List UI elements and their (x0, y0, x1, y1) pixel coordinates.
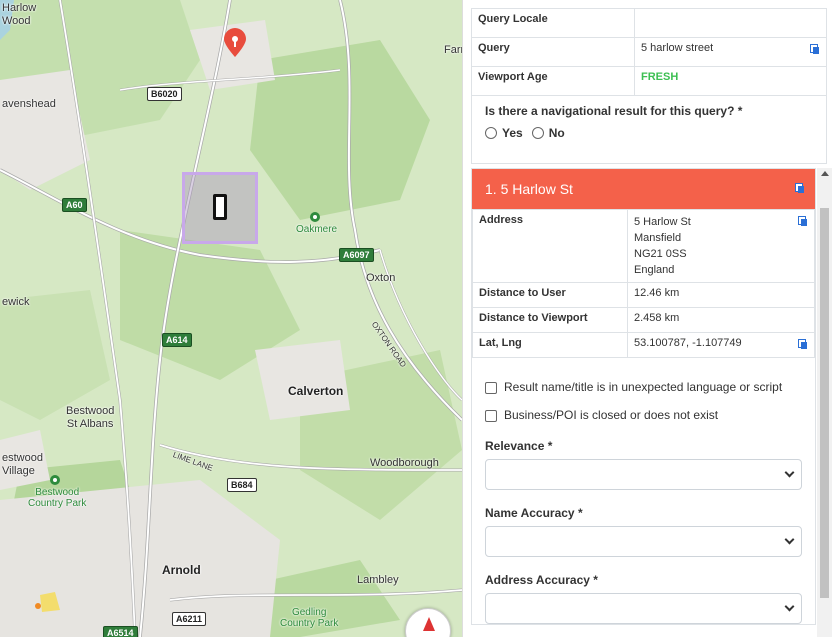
place-arnold: Arnold (162, 563, 201, 577)
name-accuracy-label: Name Accuracy * (485, 506, 583, 520)
meta-row-viewport-age: Viewport Age FRESH (471, 66, 827, 96)
place-oxton: Oxton (366, 272, 396, 284)
road-shield-a60: A60 (62, 198, 87, 212)
radio-no-label[interactable]: No (549, 126, 565, 140)
query-cell: 5 harlow street (634, 37, 827, 67)
scroll-up-icon[interactable] (821, 171, 829, 176)
distance-user-label: Distance to User (472, 282, 628, 308)
road-shield-b6020: B6020 (147, 87, 182, 101)
place-gedling-country-park: Gedling Country Park (280, 607, 339, 629)
place-bestwood-village: estwood Village (2, 452, 43, 477)
road-shield-b684: B684 (227, 478, 257, 492)
radio-yes[interactable] (485, 127, 497, 139)
place-bestwood-st-albans: Bestwood St Albans (66, 405, 115, 430)
result-scroll-area[interactable]: 1. 5 Harlow St Address 5 Harlow St Mansf… (471, 168, 816, 637)
result-title: 1. 5 Harlow St (485, 181, 573, 197)
address-lines: 5 Harlow St Mansfield NG21 0SS England (634, 214, 808, 278)
copy-icon[interactable] (810, 44, 820, 55)
query-label: Query (471, 37, 635, 67)
meta-row-query-locale: Query Locale (471, 8, 827, 38)
viewport-age-value: FRESH (634, 66, 827, 96)
distance-user-value: 12.46 km (627, 282, 815, 308)
result-card: 1. 5 Harlow St Address 5 Harlow St Mansf… (471, 168, 816, 625)
latlng-value: 53.100787, -1.107749 (634, 337, 742, 349)
place-harlow-wood: Harlow Wood (2, 2, 37, 27)
navigational-question: Is there a navigational result for this … (471, 95, 827, 164)
check-closed[interactable]: Business/POI is closed or does not exist (485, 408, 802, 422)
latlng-label: Lat, Lng (472, 332, 628, 358)
place-farnsfield: Farr (444, 44, 462, 56)
copy-icon[interactable] (798, 216, 808, 227)
place-oakmere: Oakmere (296, 224, 338, 235)
place-woodborough: Woodborough (370, 457, 439, 469)
navigational-question-label: Is there a navigational result for this … (485, 104, 743, 118)
address-line: Mansfield (634, 232, 682, 244)
checkbox-unexpected-language[interactable] (485, 382, 497, 394)
meta-row-query: Query 5 harlow street (471, 37, 827, 67)
result-row-distance-viewport: Distance to Viewport 2.458 km (472, 307, 815, 333)
map-base-layer (0, 0, 462, 637)
place-newick: ewick (2, 296, 30, 308)
name-accuracy-select[interactable] (485, 526, 802, 557)
check-unexpected-language-label[interactable]: Result name/title is in unexpected langu… (504, 380, 782, 394)
chevron-down-icon (784, 467, 795, 478)
relevance-select[interactable] (485, 459, 802, 490)
query-value: 5 harlow street (641, 42, 714, 54)
query-locale-label: Query Locale (471, 8, 635, 38)
device-icon (213, 194, 227, 220)
address-accuracy-label: Address Accuracy * (485, 573, 598, 587)
result-details-table: Address 5 Harlow St Mansfield NG21 0SS E… (472, 209, 815, 358)
road-shield-a614: A614 (162, 333, 192, 347)
viewport-age-label: Viewport Age (471, 66, 635, 96)
relevance-label: Relevance * (485, 439, 553, 453)
address-line: 5 Harlow St (634, 216, 691, 228)
copy-icon[interactable] (798, 339, 808, 350)
road-shield-a6211: A6211 (172, 612, 207, 626)
navigational-radio-group: Yes No (485, 126, 813, 140)
latlng-cell: 53.100787, -1.107749 (627, 332, 815, 358)
check-unexpected-language[interactable]: Result name/title is in unexpected langu… (485, 380, 802, 394)
distance-viewport-label: Distance to Viewport (472, 307, 628, 333)
address-line: NG21 0SS (634, 248, 687, 260)
map-view[interactable]: Harlow Wood Farr avenshead Oakmere Oxton… (0, 0, 462, 637)
scrollbar[interactable] (817, 168, 832, 637)
query-meta-table: Query Locale Query 5 harlow street Viewp… (471, 8, 827, 96)
query-locale-value (634, 8, 827, 38)
place-ravenshead: avenshead (2, 98, 56, 110)
check-closed-label[interactable]: Business/POI is closed or does not exist (504, 408, 718, 422)
place-lambley: Lambley (357, 574, 399, 586)
result-row-address: Address 5 Harlow St Mansfield NG21 0SS E… (472, 209, 815, 283)
place-bestwood-country-park: Bestwood Country Park (28, 487, 87, 509)
road-shield-a6514: A6514 (103, 626, 138, 637)
checkbox-closed[interactable] (485, 410, 497, 422)
result-row-distance-user: Distance to User 12.46 km (472, 282, 815, 308)
radio-no[interactable] (531, 127, 544, 139)
chevron-down-icon (784, 601, 795, 612)
chevron-down-icon (784, 534, 795, 545)
review-panel: Query Locale Query 5 harlow street Viewp… (462, 0, 833, 637)
address-cell: 5 Harlow St Mansfield NG21 0SS England (627, 209, 815, 283)
place-calverton: Calverton (288, 384, 344, 398)
result-row-latlng: Lat, Lng 53.100787, -1.107749 (472, 332, 815, 358)
radio-yes-label[interactable]: Yes (502, 126, 523, 140)
distance-viewport-value: 2.458 km (627, 307, 815, 333)
address-line: England (634, 264, 675, 276)
result-header: 1. 5 Harlow St (472, 169, 815, 209)
map-pin-icon[interactable] (222, 28, 248, 58)
scrollbar-thumb[interactable] (820, 208, 829, 598)
copy-icon[interactable] (795, 183, 805, 194)
road-shield-a6097: A6097 (339, 248, 374, 262)
address-label: Address (472, 209, 628, 283)
address-accuracy-select[interactable] (485, 593, 802, 624)
